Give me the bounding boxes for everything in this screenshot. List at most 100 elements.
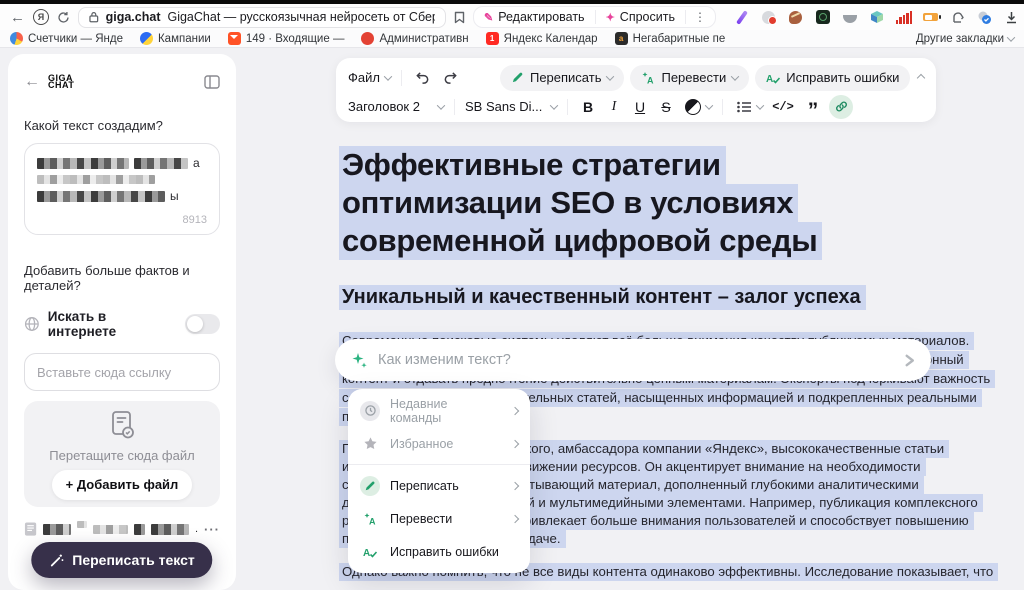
back-icon[interactable]: ← — [24, 73, 48, 91]
add-file-button[interactable]: + Добавить файл — [52, 470, 193, 500]
document-subheading[interactable]: Уникальный и качественный контент – зало… — [342, 286, 866, 309]
prompt-textarea[interactable]: а ы 8913 — [24, 143, 220, 235]
divider — [401, 70, 402, 86]
text-color-button[interactable] — [682, 96, 704, 118]
admin-favicon — [361, 32, 374, 45]
fix-errors-pill-button[interactable]: A Исправить ошибки — [755, 65, 910, 91]
download-icon[interactable] — [1004, 9, 1020, 25]
command-dropdown-menu: Недавние команды Избранное Переписать — [348, 389, 530, 573]
collapse-toolbar-icon[interactable] — [917, 73, 925, 81]
paragraph-style-select[interactable]: Заголовок 2 — [348, 99, 444, 114]
bookmark-admin[interactable]: Административн — [361, 32, 468, 45]
menu-item-recent-commands[interactable]: Недавние команды — [348, 394, 530, 427]
star-icon — [360, 434, 380, 454]
bowl-extension-icon[interactable] — [842, 9, 858, 25]
translate-pill-button[interactable]: A Перевести — [630, 65, 749, 91]
file-options-icon[interactable]: ··· — [204, 522, 220, 537]
font-select[interactable]: SB Sans Di... — [465, 99, 557, 114]
yandex-icon[interactable]: Я — [33, 7, 49, 27]
bars-extension-icon[interactable] — [896, 9, 912, 25]
chevron-down-icon — [550, 101, 558, 109]
bookmark-oversized[interactable]: a Негабаритные пе — [615, 32, 726, 45]
chevron-down-icon — [756, 101, 764, 109]
extensions-row — [734, 9, 1020, 25]
bookmark-inbox[interactable]: 149 · Входящие — — [228, 32, 345, 45]
file-icon — [24, 521, 37, 537]
collapse-panel-icon[interactable] — [204, 75, 220, 89]
underline-button[interactable]: U — [630, 99, 650, 115]
spellcheck-icon: A — [360, 542, 380, 562]
editor-toolbar: Файл Переписать A — [336, 58, 936, 122]
back-icon[interactable]: ← — [10, 7, 25, 27]
rewrite-pill-button[interactable]: Переписать — [500, 65, 625, 91]
chevron-down-icon — [1007, 33, 1015, 41]
battery-extension-icon[interactable] — [923, 9, 939, 25]
dropzone-label: Перетащите сюда файл — [49, 448, 194, 463]
divider — [567, 99, 568, 115]
menu-item-favorites[interactable]: Избранное — [348, 427, 530, 460]
bookmark-calendar[interactable]: 1 Яндекс Календар — [486, 32, 598, 45]
web-search-toggle[interactable] — [185, 314, 220, 334]
char-counter: 8913 — [183, 214, 207, 226]
bookmark-campaigns[interactable]: Кампании — [140, 32, 211, 45]
edit-ai-icon: ✎ — [484, 11, 493, 24]
ask-ai-button[interactable]: ✦ Спросить — [596, 10, 685, 24]
avito-favicon: a — [615, 32, 628, 45]
refresh-icon[interactable] — [57, 7, 70, 27]
send-icon[interactable] — [892, 343, 926, 377]
menu-item-rewrite[interactable]: Переписать — [348, 469, 530, 502]
attached-file-row[interactable]: . ··· — [24, 521, 220, 537]
italic-button[interactable]: I — [604, 99, 624, 115]
chevron-right-icon — [511, 481, 519, 489]
file-menu[interactable]: Файл — [348, 70, 391, 85]
document-heading[interactable]: Эффективные стратегии оптимизации SEO в … — [342, 146, 822, 260]
strikethrough-button[interactable]: S — [656, 99, 676, 115]
redacted-text: ы — [37, 189, 207, 203]
blockquote-button[interactable]: ” — [803, 98, 823, 116]
bullet-list-button[interactable] — [733, 96, 755, 118]
sidebar: ← GIGACHAT Какой текст создадим? а — [8, 54, 236, 590]
pencil-extension-icon[interactable] — [788, 9, 804, 25]
ai-assistant-group: ✎ Редактировать ✦ Спросить ⋮ — [473, 6, 716, 28]
address-bar[interactable]: giga.chat GigaChat — русскоязычная нейро… — [78, 7, 446, 28]
edit-ai-button[interactable]: ✎ Редактировать — [474, 10, 595, 24]
bold-button[interactable]: B — [578, 99, 598, 115]
divider — [722, 99, 723, 115]
bookmark-metrika[interactable]: Счетчики — Янде — [10, 32, 123, 45]
translate-icon: A — [641, 71, 655, 85]
redo-icon[interactable] — [440, 67, 462, 89]
bookmark-flag-icon[interactable] — [454, 7, 465, 27]
chevron-right-icon — [511, 406, 519, 414]
link-button[interactable] — [829, 95, 853, 119]
globe-icon — [24, 316, 40, 332]
prompt-label: Какой текст создадим? — [24, 118, 220, 133]
redacted-text — [93, 525, 129, 534]
magic-wand-icon — [49, 553, 64, 568]
redacted-text — [37, 175, 207, 184]
file-dropzone[interactable]: Перетащите сюда файл + Добавить файл — [24, 401, 220, 507]
cube-extension-icon[interactable] — [869, 9, 885, 25]
rewrite-text-button[interactable]: Переписать текст — [31, 542, 212, 578]
green-extension-icon[interactable] — [815, 9, 831, 25]
chevron-down-icon — [437, 101, 445, 109]
ask-ai-icon: ✦ — [606, 11, 615, 24]
redacted-text — [43, 524, 71, 535]
other-bookmarks-button[interactable]: Другие закладки — [916, 33, 1014, 45]
shield-extension-icon[interactable] — [761, 9, 777, 25]
menu-dots-icon[interactable]: ⋮ — [686, 10, 715, 24]
mitten-extension-icon[interactable] — [950, 9, 966, 25]
menu-item-fix-errors[interactable]: A Исправить ошибки — [348, 535, 530, 568]
code-button[interactable]: </> — [769, 100, 797, 114]
calendar-favicon: 1 — [486, 32, 499, 45]
chevron-down-icon — [731, 72, 739, 80]
svg-text:A: A — [363, 548, 370, 559]
metrika-favicon — [10, 32, 23, 45]
browser-window: ← Я giga.chat GigaChat — русскоязычная н… — [0, 0, 1024, 590]
sparkle-icon — [351, 352, 368, 369]
menu-item-translate[interactable]: A Перевести — [348, 502, 530, 535]
link-input[interactable] — [24, 353, 220, 391]
prompt-input[interactable] — [378, 352, 882, 368]
undo-icon[interactable] — [412, 67, 434, 89]
pen-extension-icon[interactable] — [734, 9, 750, 25]
sync-extension-icon[interactable] — [977, 9, 993, 25]
